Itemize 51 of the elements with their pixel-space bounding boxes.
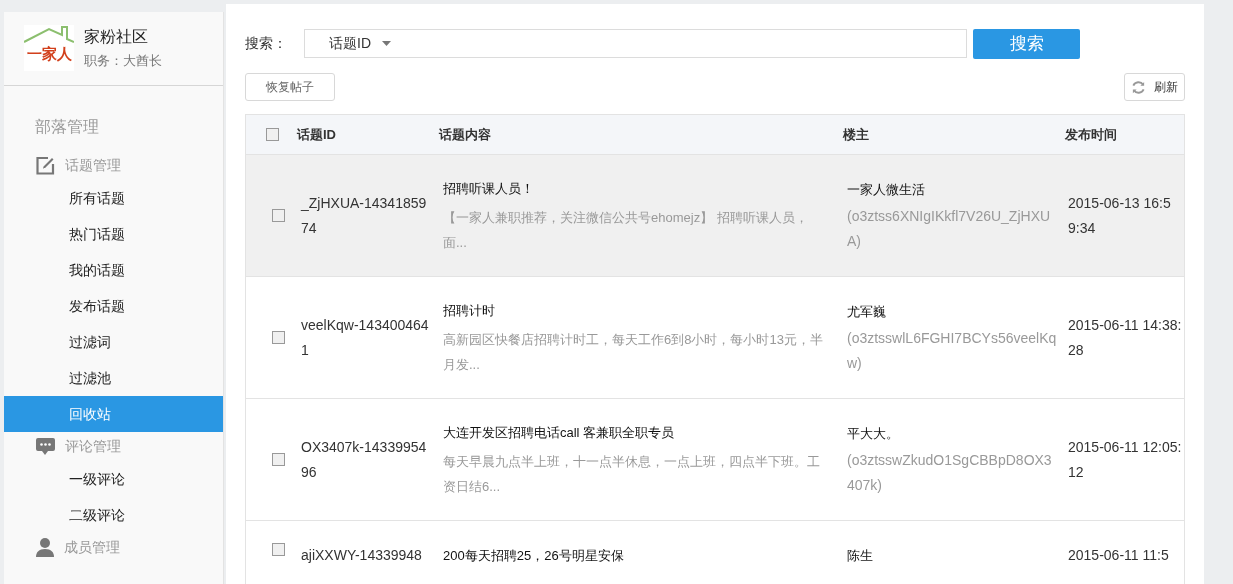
publish-time: 2015-06-13 16:59:34 bbox=[1068, 193, 1172, 238]
column-header: 发布时间 bbox=[1064, 125, 1118, 144]
role-text: 职务：大酋长 bbox=[84, 52, 162, 71]
sidebar-item[interactable]: 过滤词 bbox=[4, 324, 223, 360]
column-header: 话题ID bbox=[295, 125, 337, 144]
owner-id: (o3ztss6XNIgIKkfl7V26U_ZjHXUA) bbox=[847, 207, 1052, 251]
checkbox[interactable] bbox=[266, 128, 279, 141]
checkbox[interactable] bbox=[272, 331, 285, 344]
checkbox[interactable] bbox=[272, 453, 285, 466]
publish-time: 2015-06-11 12:05:12 bbox=[1068, 437, 1182, 482]
sidebar-item[interactable]: 热门话题 bbox=[4, 216, 223, 252]
caret-icon bbox=[382, 41, 391, 46]
owner-name: 陈生 bbox=[847, 547, 874, 565]
topic-id: veelKqw-1434004641 bbox=[301, 315, 430, 360]
sidebar-item[interactable]: 一级评论 bbox=[4, 461, 223, 497]
checkbox[interactable] bbox=[272, 209, 285, 222]
search-label: 搜索： bbox=[245, 34, 288, 53]
topic-summary: 高新园区快餐店招聘计时工，每天工作6到8小时，每小时13元，半月发... bbox=[443, 331, 824, 374]
refresh-icon bbox=[1131, 79, 1146, 95]
topic-title: 大连开发区招聘电话call 客兼职全职专员 bbox=[443, 424, 676, 442]
owner-name: 尤军巍 bbox=[847, 303, 887, 321]
column-header: 楼主 bbox=[841, 125, 870, 144]
owner-name: 平大大。 bbox=[847, 425, 900, 443]
restore-posts-button[interactable]: 恢复帖子 bbox=[245, 73, 335, 101]
refresh-button[interactable]: 刷新 bbox=[1124, 73, 1185, 101]
logo: 一家人 bbox=[24, 25, 74, 71]
edit-icon bbox=[36, 156, 55, 175]
topic-title: 招聘听课人员！ bbox=[443, 180, 535, 198]
topic-id: _ZjHXUA-1434185974 bbox=[301, 193, 428, 238]
sidebar-item[interactable]: 二级评论 bbox=[4, 497, 223, 533]
checkbox[interactable] bbox=[272, 543, 285, 556]
owner-id: (o3ztsswZkudO1SgCBBpD8OX3407k) bbox=[847, 451, 1053, 495]
topic-title: 招聘计时 bbox=[443, 302, 496, 320]
publish-time: 2015-06-11 11:5 bbox=[1068, 546, 1170, 565]
topic-title: 200每天招聘25，26号明星安保 bbox=[443, 547, 625, 565]
topic-id: ajiXXWY-14339948 bbox=[301, 546, 423, 565]
search-field[interactable]: 话题ID bbox=[304, 29, 967, 58]
search-type-select[interactable]: 话题ID bbox=[329, 33, 371, 54]
community-name: 家粉社区 bbox=[84, 27, 149, 48]
sidebar-item[interactable]: 过滤池 bbox=[4, 360, 223, 396]
comment-icon bbox=[36, 437, 55, 456]
topic-id: OX3407k-1433995496 bbox=[301, 437, 428, 482]
section-title: 部落管理 bbox=[34, 117, 100, 137]
publish-time: 2015-06-11 14:38:28 bbox=[1068, 315, 1182, 360]
user-icon bbox=[36, 538, 54, 557]
owner-name: 一家人微生活 bbox=[847, 181, 926, 199]
column-header: 话题内容 bbox=[437, 125, 492, 144]
sidebar-item[interactable]: 所有话题 bbox=[4, 180, 223, 216]
owner-id: (o3ztsswlL6FGHI7BCYs56veelKqw) bbox=[847, 329, 1057, 373]
sidebar-item[interactable]: 发布话题 bbox=[4, 288, 223, 324]
sidebar-item[interactable]: 我的话题 bbox=[4, 252, 223, 288]
